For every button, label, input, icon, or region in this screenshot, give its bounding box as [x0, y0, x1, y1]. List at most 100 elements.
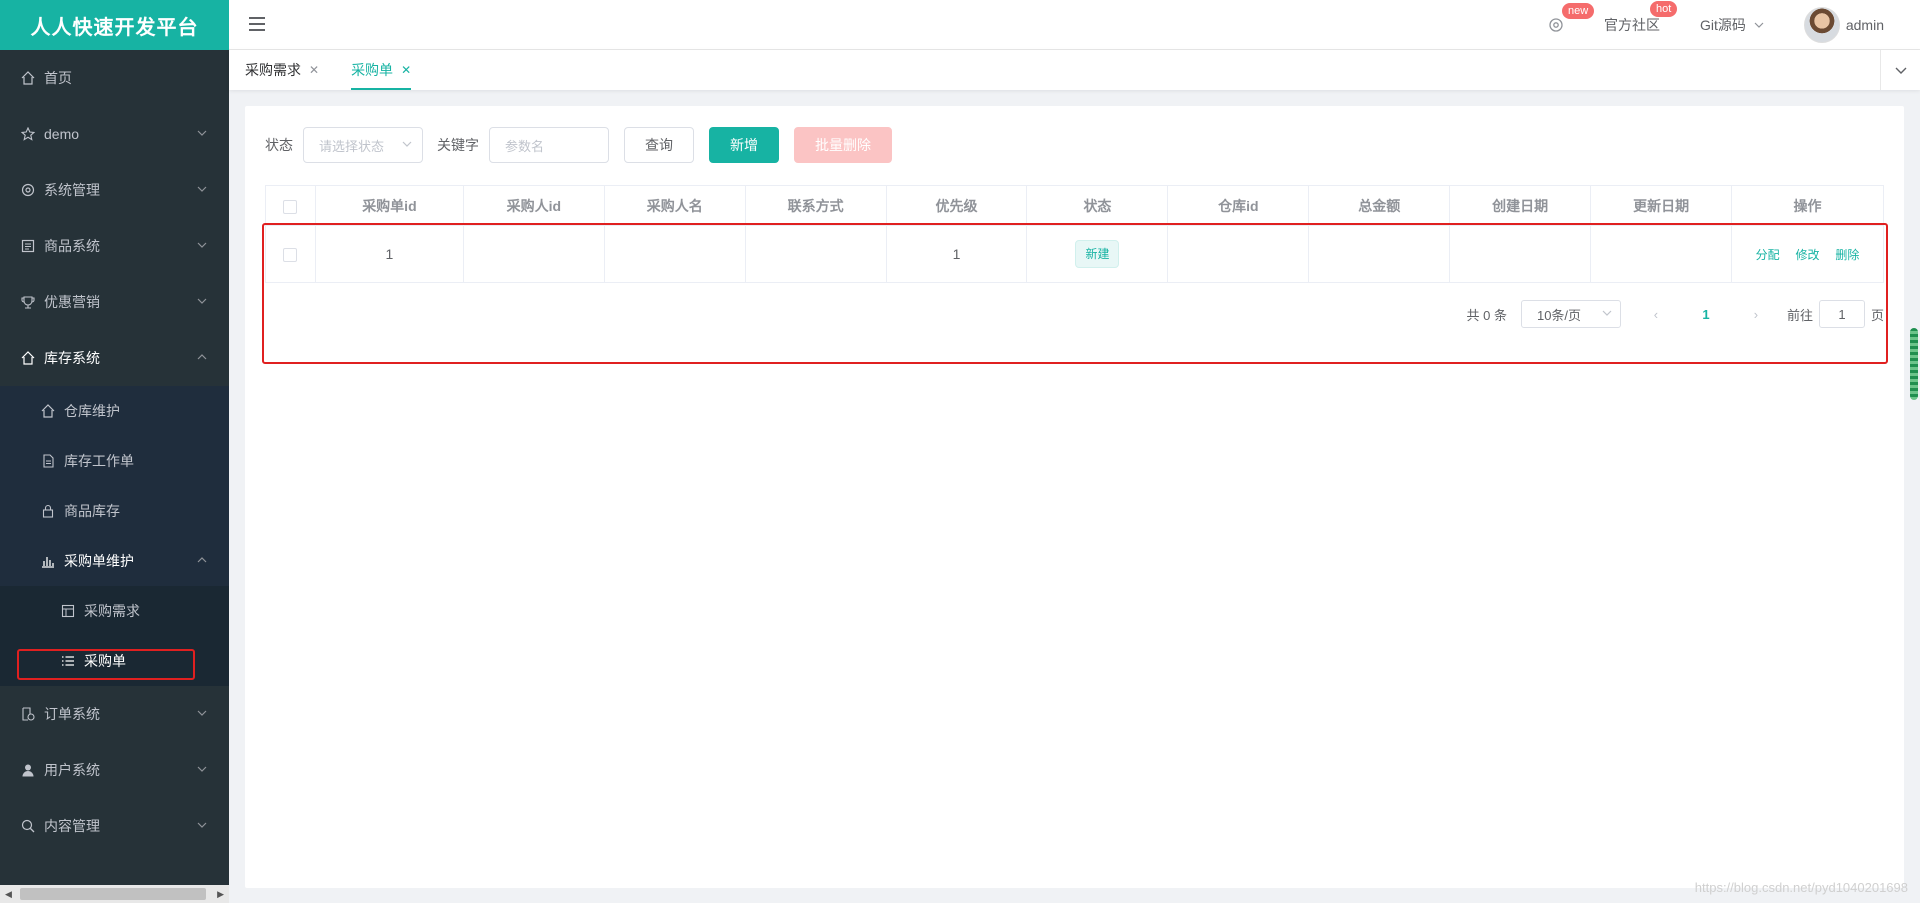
chevron-down-icon: [197, 822, 207, 828]
sidebar-item-label: 内容管理: [44, 818, 100, 834]
chevron-down-icon: [402, 141, 412, 147]
tab-label: 采购单: [351, 62, 394, 78]
vertical-scrollbar[interactable]: [1910, 328, 1918, 400]
sidebar-item-home[interactable]: 首页: [0, 50, 229, 106]
tabs-more-button[interactable]: [1880, 50, 1920, 90]
chevron-up-icon: [197, 557, 207, 563]
sidebar-item-order[interactable]: 订单系统: [0, 686, 229, 742]
home-icon: [20, 70, 36, 86]
tab-purchase-order[interactable]: 采购单 ✕: [335, 50, 427, 90]
sidebar-item-label: 系统管理: [44, 182, 100, 198]
tab-purchase-demand[interactable]: 采购需求 ✕: [229, 50, 335, 90]
tab-bar: 采购需求 ✕ 采购单 ✕: [229, 50, 1920, 90]
user-dropdown[interactable]: admin: [1803, 7, 1884, 43]
menu-toggle-icon[interactable]: [249, 17, 265, 31]
status-select[interactable]: 请选择状态: [303, 127, 423, 163]
sidebar-item-product[interactable]: 商品系统: [0, 218, 229, 274]
sidebar-item-product-stock[interactable]: 商品库存: [0, 486, 229, 536]
brand-logo[interactable]: 人人快速开发平台: [0, 0, 229, 50]
chevron-down-icon: [1895, 67, 1906, 74]
avatar: [1803, 7, 1840, 43]
chevron-up-icon: [197, 354, 207, 360]
scroll-right-icon[interactable]: ▶: [217, 889, 224, 900]
sidebar-item-label: 采购需求: [84, 603, 140, 619]
username: admin: [1845, 17, 1884, 33]
sidebar-item-label: 商品库存: [64, 503, 120, 519]
batch-delete-button[interactable]: 批量删除: [794, 127, 892, 163]
sidebar-item-demo[interactable]: demo: [0, 106, 229, 162]
column-header: 操作: [1731, 185, 1884, 226]
sidebar-item-inventory[interactable]: 库存系统: [0, 330, 229, 386]
community-label: 官方社区: [1603, 17, 1660, 33]
sidebar-item-label: 采购单维护: [64, 553, 134, 569]
gear-icon: [20, 182, 36, 198]
star-icon: [20, 126, 36, 142]
column-header: 总金额: [1308, 185, 1451, 226]
keyword-input[interactable]: 参数名: [489, 127, 609, 163]
column-header: 优先级: [885, 185, 1028, 226]
sidebar-item-label: 订单系统: [44, 706, 100, 722]
table-icon: [60, 603, 76, 619]
document-icon: [40, 453, 56, 469]
sidebar-item-label: demo: [44, 126, 80, 142]
select-all-checkbox[interactable]: [283, 199, 298, 214]
table-header-row: 采购单id 采购人id 采购人名 联系方式 优先级 状态 仓库id 总金额 创建…: [265, 185, 1884, 226]
hot-badge: hot: [1649, 1, 1678, 17]
keyword-label: 关键字: [437, 137, 479, 153]
search-icon: [20, 818, 36, 834]
column-header: 采购单id: [314, 185, 464, 226]
sidebar-item-label: 优惠营销: [44, 294, 100, 310]
keyword-placeholder: 参数名: [505, 138, 545, 154]
bar-chart-icon: [40, 553, 56, 569]
sidebar-item-warehouse[interactable]: 仓库维护: [0, 386, 229, 436]
home-icon: [40, 403, 56, 419]
scroll-left-icon[interactable]: ◀: [5, 889, 12, 900]
column-header: 创建日期: [1449, 185, 1592, 226]
gear-icon: [1549, 18, 1563, 32]
column-header: 采购人名: [603, 185, 746, 226]
order-icon: [20, 706, 36, 722]
sidebar-item-label: 首页: [44, 70, 72, 86]
column-header: 更新日期: [1590, 185, 1733, 226]
highlight-box: [17, 649, 195, 680]
tab-label: 采购需求: [245, 62, 301, 78]
sidebar-item-label: 库存工作单: [64, 453, 134, 469]
inventory-submenu: 仓库维护 库存工作单 商品库存 采购单维护 采购需求 采购单: [0, 386, 229, 686]
column-header: 仓库id: [1167, 185, 1310, 226]
query-button[interactable]: 查询: [624, 127, 694, 163]
status-placeholder: 请选择状态: [319, 138, 385, 154]
horizontal-scrollbar[interactable]: ◀ ▶: [0, 885, 229, 903]
sidebar-item-label: 库存系统: [44, 350, 100, 366]
new-badge: new: [1561, 3, 1595, 19]
filter-toolbar: 状态 请选择状态 关键字 参数名 查询 新增 批量删除: [265, 127, 907, 163]
close-icon[interactable]: ✕: [309, 63, 319, 77]
trophy-icon: [20, 294, 36, 310]
settings-button[interactable]: new: [1548, 3, 1595, 33]
close-icon[interactable]: ✕: [401, 63, 411, 77]
git-dropdown[interactable]: Git源码: [1700, 15, 1764, 35]
select-all-header: [265, 185, 316, 226]
community-link[interactable]: 官方社区 hot: [1603, 1, 1678, 35]
sidebar-item-label: 仓库维护: [64, 403, 120, 419]
sidebar-item-content[interactable]: 内容管理: [0, 798, 229, 854]
chevron-down-icon: [197, 186, 207, 192]
highlight-box: [262, 223, 1888, 364]
chevron-down-icon: [197, 710, 207, 716]
home-icon: [20, 350, 36, 366]
add-button[interactable]: 新增: [709, 127, 779, 163]
sidebar-item-purchase-demand[interactable]: 采购需求: [0, 586, 229, 636]
column-header: 状态: [1026, 185, 1169, 226]
chevron-down-icon: [197, 298, 207, 304]
git-label: Git源码: [1699, 17, 1746, 33]
sidebar-item-user[interactable]: 用户系统: [0, 742, 229, 798]
column-header: 采购人id: [462, 185, 605, 226]
sidebar-item-label: 商品系统: [44, 238, 100, 254]
chevron-down-icon: [197, 130, 207, 136]
sidebar-item-purchase[interactable]: 采购单维护: [0, 536, 229, 586]
sidebar-item-stock-task[interactable]: 库存工作单: [0, 436, 229, 486]
sidebar-item-system[interactable]: 系统管理: [0, 162, 229, 218]
status-label: 状态: [265, 137, 293, 153]
sidebar-item-coupon[interactable]: 优惠营销: [0, 274, 229, 330]
column-header: 联系方式: [744, 185, 887, 226]
scrollbar-thumb[interactable]: [20, 888, 206, 900]
